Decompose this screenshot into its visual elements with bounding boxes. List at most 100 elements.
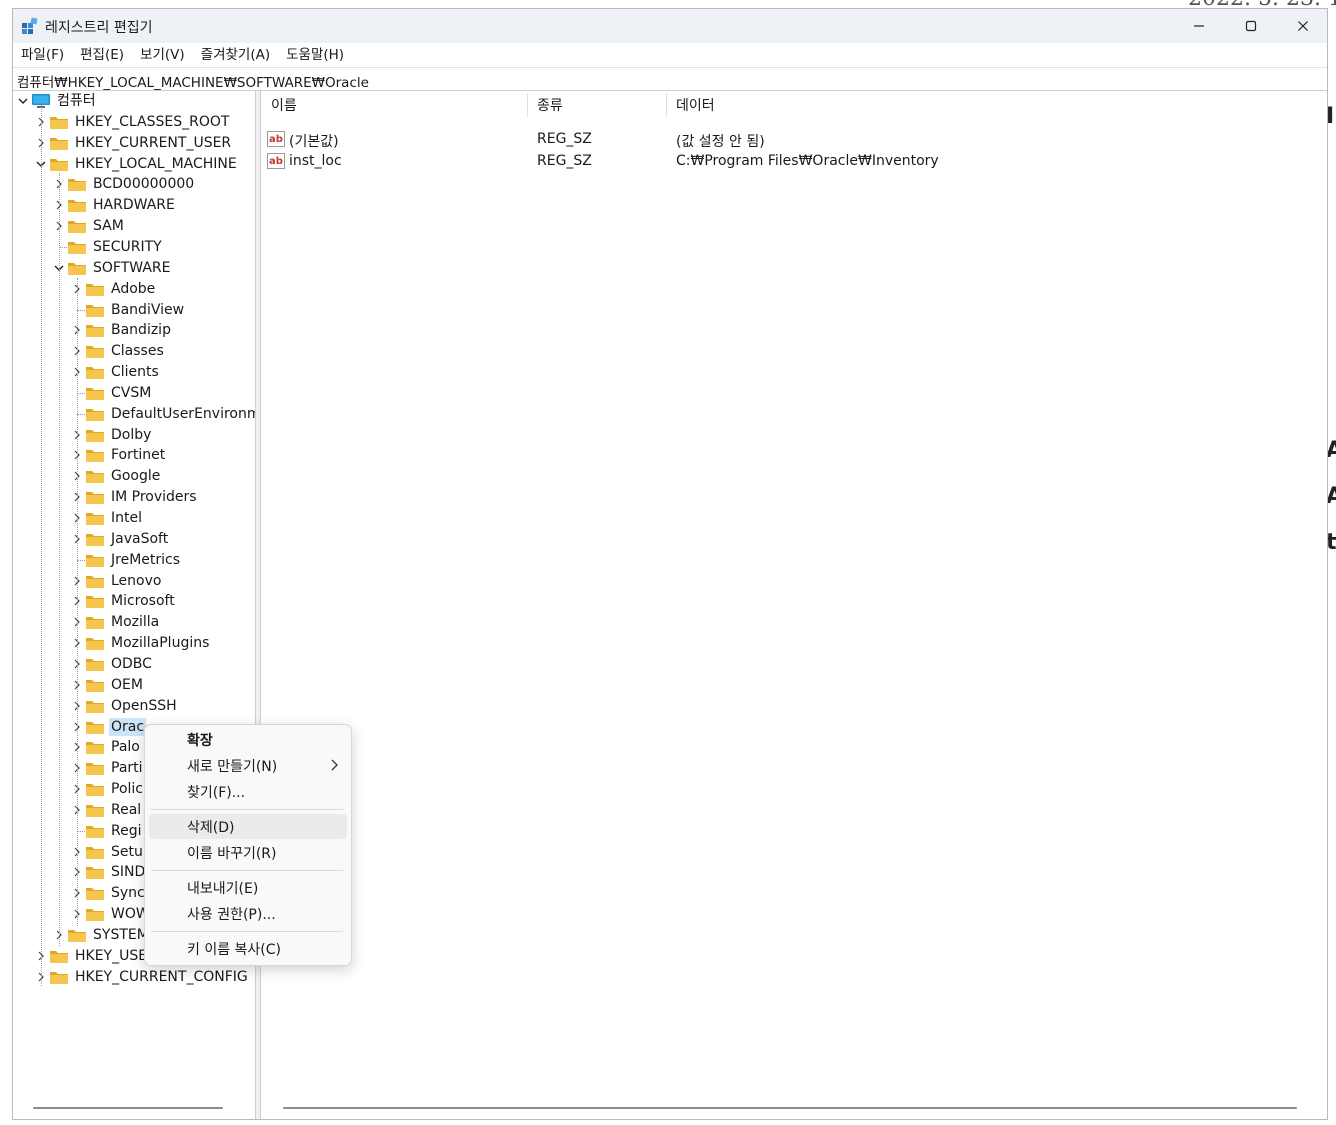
menu-item-label: 키 이름 복사(C) [187, 942, 281, 958]
tree-node-label: CVSM [111, 384, 152, 401]
scrollbar-thumb[interactable] [283, 1107, 1297, 1109]
tree-node[interactable]: SIND [69, 862, 147, 882]
menu-item-delete[interactable]: 삭제(D) [149, 814, 347, 839]
folder-icon [85, 466, 105, 486]
tree-node-label: SYSTEM [93, 927, 149, 943]
list-horizontal-scrollbar[interactable] [281, 1103, 1299, 1113]
maximize-button[interactable] [1225, 9, 1277, 43]
tree-node[interactable]: Lenovo [69, 571, 163, 591]
scrollbar-thumb[interactable] [33, 1107, 223, 1109]
folder-icon [49, 133, 69, 153]
folder-icon [85, 612, 105, 632]
tree-node[interactable]: Setu [69, 842, 145, 862]
tree-node-label: HARDWARE [93, 197, 175, 214]
tree-node-label: Classes [111, 343, 164, 360]
menu-item-export[interactable]: 내보내기(E) [149, 875, 347, 900]
minimize-button[interactable] [1173, 9, 1225, 43]
tree-node[interactable]: HKEY_USE [33, 946, 149, 966]
menu-item-label: 삭제(D) [187, 820, 235, 836]
tree-node[interactable]: SYSTEM [51, 925, 151, 945]
column-header-data[interactable]: 데이터 [676, 95, 715, 115]
tree-node[interactable]: Regi [69, 821, 144, 841]
tree-node[interactable]: Clients [69, 362, 161, 382]
tree-node[interactable]: MozillaPlugins [69, 633, 211, 653]
tree-node[interactable]: Sync [69, 883, 147, 903]
value-list-pane[interactable]: 이름 종류 데이터 ab (기본값) REG_SZ (값 설정 안 됨) ab … [261, 91, 1327, 1119]
tree-node-label: SAM [93, 218, 124, 235]
tree-node[interactable]: HKEY_CLASSES_ROOT [33, 112, 231, 132]
value-name: (기본값) [289, 134, 339, 150]
tree-node[interactable]: Fortinet [69, 445, 167, 465]
tree-horizontal-scrollbar[interactable] [31, 1103, 225, 1113]
value-row[interactable]: ab (기본값) REG_SZ (값 설정 안 됨) [261, 129, 961, 151]
tree-node[interactable]: Palo [69, 737, 142, 757]
tree-node[interactable]: SAM [51, 216, 126, 236]
menu-item-expand[interactable]: 확장 [149, 727, 347, 752]
tree-node-label: Orac [109, 717, 147, 736]
tree-node[interactable]: HKEY_LOCAL_MACHINE [33, 154, 239, 174]
tree-node-label: Palo [111, 739, 140, 756]
address-bar[interactable]: 컴퓨터₩HKEY_LOCAL_MACHINE₩SOFTWARE₩Oracle [13, 67, 1327, 91]
menu-edit[interactable]: 편집(E) [72, 43, 132, 67]
tree-node[interactable]: SECURITY [51, 237, 164, 257]
tree-node[interactable]: Mozilla [69, 612, 161, 632]
tree-node[interactable]: Dolby [69, 425, 153, 445]
tree-node-label: OpenSSH [111, 697, 177, 714]
tree-node-label: SOFTWARE [93, 259, 171, 276]
menu-view[interactable]: 보기(V) [132, 43, 193, 67]
tree-node[interactable]: Google [69, 466, 162, 486]
tree-node[interactable]: Orac [69, 717, 147, 737]
tree-node[interactable]: OEM [69, 675, 145, 695]
tree-node[interactable]: HKEY_CURRENT_CONFIG [33, 967, 250, 987]
tree-node[interactable]: Intel [69, 508, 144, 528]
folder-icon [85, 508, 105, 528]
menu-item-rename[interactable]: 이름 바꾸기(R) [149, 840, 347, 865]
tree-node[interactable]: SOFTWARE [51, 258, 173, 278]
tree-node[interactable]: OpenSSH [69, 696, 179, 716]
menu-item-find[interactable]: 찾기(F)... [149, 779, 347, 804]
column-header-type[interactable]: 종류 [537, 95, 563, 115]
tree-node[interactable]: HKEY_CURRENT_USER [33, 133, 233, 153]
tree-node[interactable]: HARDWARE [51, 195, 177, 215]
menu-item-permissions[interactable]: 사용 권한(P)... [149, 901, 347, 926]
folder-icon [49, 946, 69, 966]
tree-node[interactable]: ODBC [69, 654, 154, 674]
address-path[interactable]: 컴퓨터₩HKEY_LOCAL_MACHINE₩SOFTWARE₩Oracle [17, 71, 369, 91]
tree-node[interactable]: CVSM [69, 383, 153, 403]
tree-node[interactable]: DefaultUserEnvironme [69, 404, 255, 424]
tree-node[interactable]: Bandizip [69, 320, 173, 340]
tree-node-label: Sync [111, 885, 145, 902]
tree-node-computer[interactable]: 컴퓨터 [15, 91, 98, 111]
tree-node[interactable]: Polic [69, 779, 145, 799]
menu-item-copy-key-name[interactable]: 키 이름 복사(C) [149, 936, 347, 961]
folder-icon [67, 258, 87, 278]
tree-node[interactable]: BandiView [69, 300, 186, 320]
column-separator[interactable] [666, 93, 667, 117]
tree-node[interactable]: BCD00000000 [51, 174, 196, 194]
menu-item-new[interactable]: 새로 만들기(N) [149, 753, 347, 778]
tree-node[interactable]: Adobe [69, 279, 157, 299]
folder-icon [85, 675, 105, 695]
menu-file[interactable]: 파일(F) [13, 43, 72, 67]
menu-favorites[interactable]: 즐겨찾기(A) [193, 43, 278, 67]
value-row[interactable]: ab inst_loc REG_SZ C:₩Program Files₩Orac… [261, 151, 961, 173]
menu-item-label: 사용 권한(P)... [187, 907, 276, 923]
tree-node[interactable]: JavaSoft [69, 529, 170, 549]
tree-node[interactable]: IM Providers [69, 487, 199, 507]
tree-guide-line [77, 278, 78, 926]
title-bar[interactable]: 레지스트리 편집기 [13, 9, 1327, 43]
tree-node[interactable]: WOW [69, 904, 152, 924]
tree-node[interactable]: Classes [69, 341, 166, 361]
folder-icon [85, 800, 105, 820]
tree-node[interactable]: Real [69, 800, 143, 820]
close-button[interactable] [1277, 9, 1327, 43]
menu-help[interactable]: 도움말(H) [278, 43, 352, 67]
column-header-name[interactable]: 이름 [271, 95, 297, 115]
tree-node[interactable]: JreMetrics [69, 550, 182, 570]
folder-icon [49, 967, 69, 987]
tree-node[interactable]: Parti [69, 758, 145, 778]
chevron-down-icon[interactable] [15, 91, 31, 111]
tree-node[interactable]: Microsoft [69, 591, 177, 611]
column-separator[interactable] [527, 93, 528, 117]
tree-node-label: Bandizip [111, 322, 171, 339]
